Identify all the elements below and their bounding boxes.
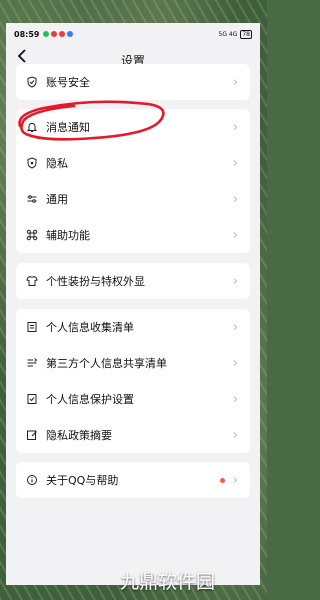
settings-group-info: 个人信息收集清单 › 第三方个人信息共享清单 › 个人信息保护设置 › 隐私政策… bbox=[16, 309, 250, 453]
row-label: 第三方个人信息共享清单 bbox=[46, 357, 167, 370]
command-icon bbox=[26, 229, 38, 241]
shield-icon bbox=[26, 157, 38, 169]
chevron-right-icon: › bbox=[232, 74, 238, 90]
signal-indicators: 5G 4G bbox=[218, 30, 238, 38]
status-bar: 08:59 5G 4G 78 bbox=[6, 23, 260, 45]
app-icon bbox=[51, 31, 58, 37]
bell-icon bbox=[26, 121, 38, 133]
chevron-right-icon: › bbox=[232, 273, 238, 289]
row-personalization[interactable]: 个性装扮与特权外显 › bbox=[16, 263, 250, 299]
chevron-right-icon: › bbox=[232, 227, 238, 243]
chevron-right-icon: › bbox=[232, 191, 238, 207]
row-about-help[interactable]: 关于QQ与帮助 › bbox=[16, 462, 250, 498]
row-privacy-protection[interactable]: 个人信息保护设置 › bbox=[16, 381, 250, 417]
chevron-right-icon: › bbox=[232, 319, 238, 335]
chevron-right-icon: › bbox=[232, 472, 238, 488]
row-privacy-summary[interactable]: 隐私政策摘要 › bbox=[16, 417, 250, 453]
app-icon bbox=[59, 31, 66, 37]
document-icon bbox=[26, 321, 38, 333]
row-label: 消息通知 bbox=[46, 121, 90, 134]
row-label: 个人信息收集清单 bbox=[46, 321, 134, 334]
edit-icon bbox=[26, 429, 38, 441]
watermark-text: 九鼎软件园 bbox=[120, 571, 216, 593]
row-accessibility[interactable]: 辅助功能 › bbox=[16, 217, 250, 253]
row-label: 个人信息保护设置 bbox=[46, 393, 134, 406]
row-notifications[interactable]: 消息通知 › bbox=[16, 109, 250, 145]
check-file-icon bbox=[26, 393, 38, 405]
app-icon bbox=[43, 31, 50, 37]
row-label: 隐私政策摘要 bbox=[46, 429, 112, 442]
settings-group-personalize: 个性装扮与特权外显 › bbox=[16, 263, 250, 299]
status-app-icons bbox=[43, 31, 74, 37]
info-icon bbox=[26, 474, 38, 486]
row-label: 账号安全 bbox=[46, 76, 90, 89]
app-icon bbox=[67, 31, 74, 37]
settings-group-account: 账号安全 › bbox=[16, 64, 250, 100]
share-list-icon bbox=[26, 357, 38, 369]
status-time: 08:59 bbox=[14, 29, 40, 39]
chevron-right-icon: › bbox=[232, 427, 238, 443]
settings-group-about: 关于QQ与帮助 › bbox=[16, 462, 250, 498]
phone-screen bbox=[6, 23, 260, 585]
chevron-right-icon: › bbox=[232, 391, 238, 407]
row-account-security[interactable]: 账号安全 › bbox=[16, 64, 250, 100]
row-label: 通用 bbox=[46, 193, 68, 206]
row-label: 隐私 bbox=[46, 157, 68, 170]
notification-dot bbox=[219, 477, 225, 483]
chevron-right-icon: › bbox=[232, 355, 238, 371]
row-info-collection[interactable]: 个人信息收集清单 › bbox=[16, 309, 250, 345]
settings-group-general: 消息通知 › 隐私 › 通用 › 辅助功能 › bbox=[16, 109, 250, 253]
shirt-icon bbox=[26, 275, 38, 287]
status-right: 5G 4G 78 bbox=[218, 29, 252, 39]
row-privacy[interactable]: 隐私 › bbox=[16, 145, 250, 181]
chevron-left-icon[interactable] bbox=[16, 49, 28, 63]
chevron-right-icon: › bbox=[232, 119, 238, 135]
sliders-icon bbox=[26, 193, 38, 205]
row-label: 辅助功能 bbox=[46, 229, 90, 242]
shield-check-icon bbox=[26, 76, 38, 88]
row-third-party-sharing[interactable]: 第三方个人信息共享清单 › bbox=[16, 345, 250, 381]
row-general[interactable]: 通用 › bbox=[16, 181, 250, 217]
row-label: 个性装扮与特权外显 bbox=[46, 275, 145, 288]
chevron-right-icon: › bbox=[232, 155, 238, 171]
battery-indicator: 78 bbox=[240, 29, 252, 39]
row-label: 关于QQ与帮助 bbox=[46, 474, 119, 487]
